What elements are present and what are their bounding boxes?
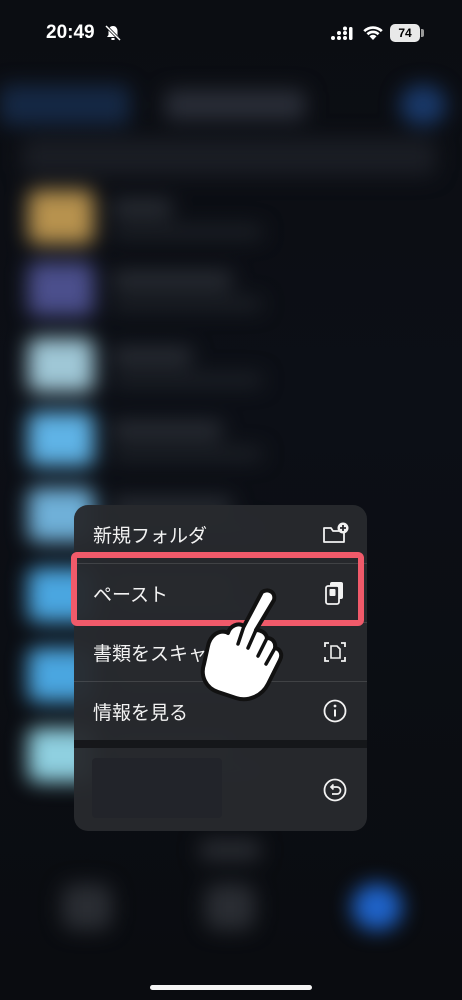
status-time: 20:49 [46, 22, 95, 43]
blurred-item-count [200, 840, 260, 860]
wifi-icon [363, 26, 383, 40]
blurred-nav-bar [0, 85, 462, 145]
battery-indicator: 74 [390, 24, 420, 42]
blurred-search-field [22, 138, 436, 176]
folder-add-icon [323, 522, 349, 543]
blurred-list-item [22, 190, 442, 250]
menu-item-label: 情報を見る [93, 701, 189, 724]
cellular-signal-icon [331, 26, 353, 40]
pointing-hand-icon [200, 588, 284, 702]
blurred-tab-bar [0, 870, 462, 960]
blurred-list-item [22, 262, 442, 322]
home-indicator[interactable] [150, 985, 312, 990]
info-icon [323, 699, 347, 723]
battery-cap [421, 29, 424, 37]
background-app [0, 0, 462, 1000]
scan-document-icon [324, 642, 346, 662]
blurred-list-item [22, 338, 442, 398]
menu-item-label: 新規フォルダ [93, 524, 208, 547]
status-bar: 20:49 74 [0, 0, 462, 60]
menu-item-undo[interactable] [74, 748, 367, 831]
blurred-preview [92, 758, 222, 818]
blurred-list-item [22, 412, 442, 472]
silent-mode-icon [104, 24, 122, 42]
undo-icon [323, 778, 347, 801]
